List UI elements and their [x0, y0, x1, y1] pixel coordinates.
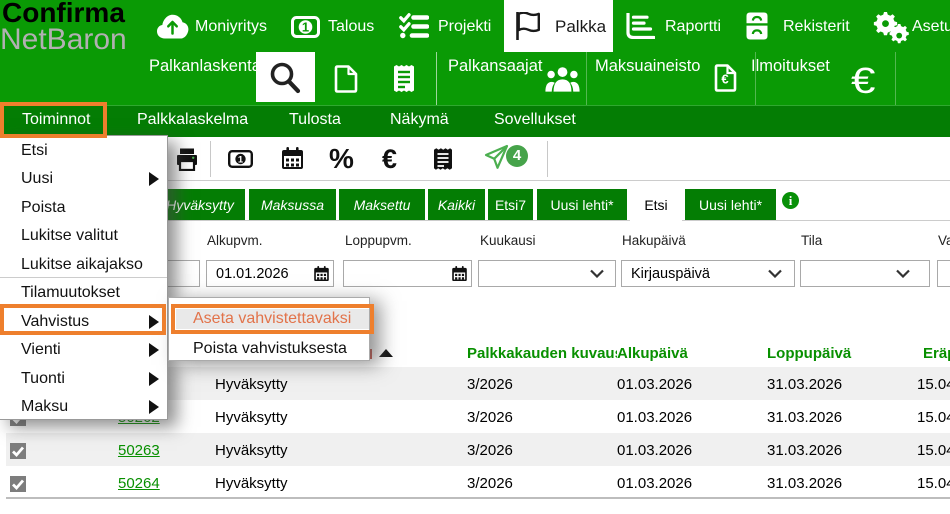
svg-text:€: €	[721, 72, 728, 87]
svg-text:1: 1	[238, 155, 244, 166]
svg-text:1: 1	[302, 20, 309, 35]
